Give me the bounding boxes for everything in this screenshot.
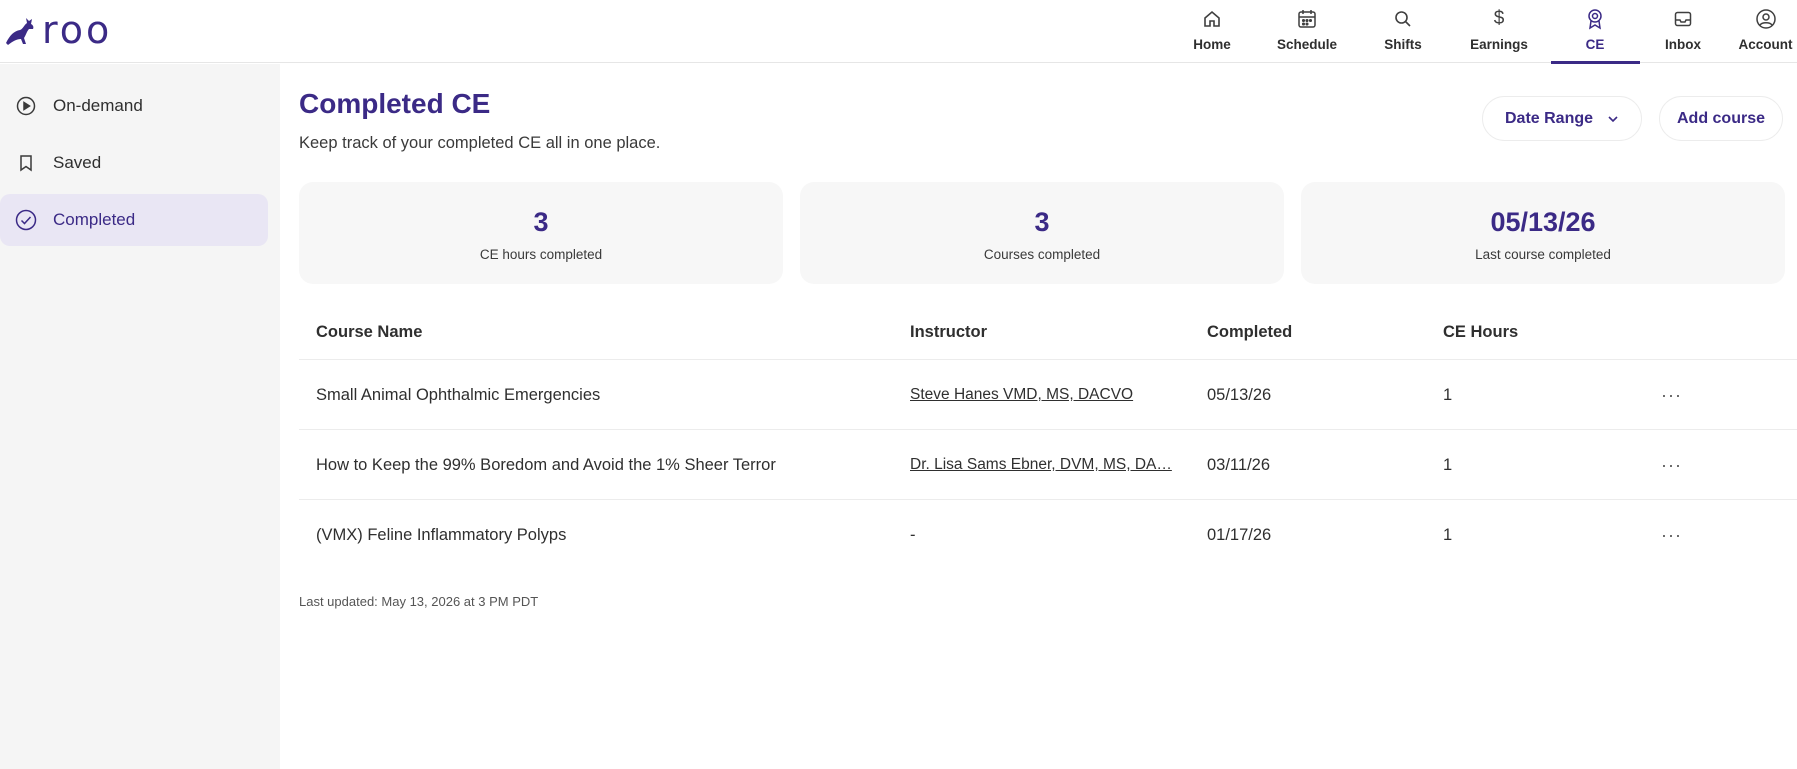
stat-value: 3 (533, 207, 549, 237)
instructor-link[interactable]: Dr. Lisa Sams Ebner, DVM, MS, DA… (910, 430, 1180, 500)
nav-shifts[interactable]: Shifts (1383, 0, 1423, 63)
top-navigation-bar: roo Home Schedule Shifts $ Earnings CE I… (0, 0, 1797, 64)
more-options-button[interactable]: ··· (1661, 360, 1682, 430)
check-circle-icon (15, 209, 37, 231)
sidebar-item-label: Completed (53, 210, 136, 229)
completed-date: 01/17/26 (1207, 526, 1272, 544)
search-icon (1392, 8, 1414, 30)
dollar-icon: $ (1493, 8, 1505, 29)
nav-schedule[interactable]: Schedule (1276, 0, 1338, 63)
date-range-label: Date Range (1504, 109, 1594, 127)
last-updated-text: Last updated: May 13, 2026 at 3 PM PDT (299, 594, 539, 609)
nav-earnings-label: Earnings (1470, 37, 1528, 52)
sidebar-item-label: Saved (53, 153, 102, 172)
kangaroo-logo-icon (6, 18, 34, 45)
add-course-button[interactable]: Add course (1659, 96, 1783, 141)
column-header-course-name[interactable]: Course Name (316, 304, 422, 360)
stat-value: 3 (1034, 207, 1050, 237)
stat-caption: Last course completed (1475, 247, 1611, 262)
nav-inbox-label: Inbox (1665, 37, 1701, 52)
stat-caption: Courses completed (983, 247, 1101, 262)
nav-earnings[interactable]: $ Earnings (1468, 0, 1530, 63)
sidebar-item-completed[interactable]: Completed (0, 194, 268, 246)
ce-hours: 1 (1443, 386, 1453, 404)
nav-ce[interactable]: CE (1575, 0, 1615, 63)
ce-hours: 1 (1443, 456, 1453, 474)
home-icon (1201, 8, 1223, 30)
more-options-button[interactable]: ··· (1661, 500, 1682, 570)
course-name[interactable]: How to Keep the 99% Boredom and Avoid th… (316, 430, 896, 500)
page-subtitle: Keep track of your completed CE all in o… (299, 134, 661, 152)
nav-account-label: Account (1738, 37, 1793, 52)
stat-card-courses: 3 Courses completed (800, 182, 1284, 284)
table-header: Course Name Instructor Completed CE Hour… (299, 304, 1797, 360)
inbox-icon (1672, 8, 1694, 30)
account-icon (1755, 8, 1777, 30)
table-row[interactable]: (VMX) Feline Inflammatory Polyps - 01/17… (299, 500, 1797, 570)
sidebar-item-on-demand[interactable]: On-demand (0, 80, 268, 132)
sidebar: On-demand Saved Completed (0, 64, 280, 769)
page-title: Completed CE (299, 88, 491, 119)
date-range-button[interactable]: Date Range (1482, 96, 1642, 141)
column-header-instructor[interactable]: Instructor (910, 304, 987, 360)
more-options-button[interactable]: ··· (1661, 430, 1682, 500)
completed-date: 05/13/26 (1207, 386, 1272, 404)
ce-badge-icon (1584, 8, 1606, 30)
main-content: Completed CE Keep track of your complete… (280, 64, 1797, 769)
nav-shifts-label: Shifts (1384, 37, 1422, 52)
stat-value: 05/13/26 (1490, 207, 1596, 237)
completed-date: 03/11/26 (1207, 456, 1271, 474)
bookmark-icon (15, 152, 37, 174)
column-header-ce-hours[interactable]: CE Hours (1443, 304, 1518, 360)
nav-inbox[interactable]: Inbox (1660, 0, 1706, 63)
calendar-icon (1296, 8, 1318, 30)
ce-hours: 1 (1443, 526, 1453, 544)
play-circle-icon (15, 95, 37, 117)
stat-card-last-course: 05/13/26 Last course completed (1301, 182, 1785, 284)
table-row[interactable]: How to Keep the 99% Boredom and Avoid th… (299, 430, 1797, 500)
instructor-name: - (910, 526, 916, 544)
table-row[interactable]: Small Animal Ophthalmic Emergencies Stev… (299, 360, 1797, 430)
nav-home[interactable]: Home (1192, 0, 1232, 63)
nav-schedule-label: Schedule (1276, 37, 1338, 52)
column-header-completed[interactable]: Completed (1207, 304, 1292, 360)
roo-logo[interactable]: roo (2, 10, 112, 50)
sidebar-item-saved[interactable]: Saved (0, 137, 268, 189)
nav-account[interactable]: Account (1734, 0, 1797, 63)
chevron-down-icon (1608, 115, 1618, 122)
stat-card-ce-hours: 3 CE hours completed (299, 182, 783, 284)
nav-home-label: Home (1193, 37, 1231, 52)
stat-caption: CE hours completed (479, 247, 603, 262)
course-name[interactable]: (VMX) Feline Inflammatory Polyps (316, 500, 896, 570)
logo-wordmark: roo (42, 8, 113, 52)
instructor-link[interactable]: Steve Hanes VMD, MS, DACVO (910, 360, 1180, 430)
course-name[interactable]: Small Animal Ophthalmic Emergencies (316, 360, 896, 430)
sidebar-item-label: On-demand (53, 96, 143, 115)
nav-ce-label: CE (1585, 37, 1605, 52)
